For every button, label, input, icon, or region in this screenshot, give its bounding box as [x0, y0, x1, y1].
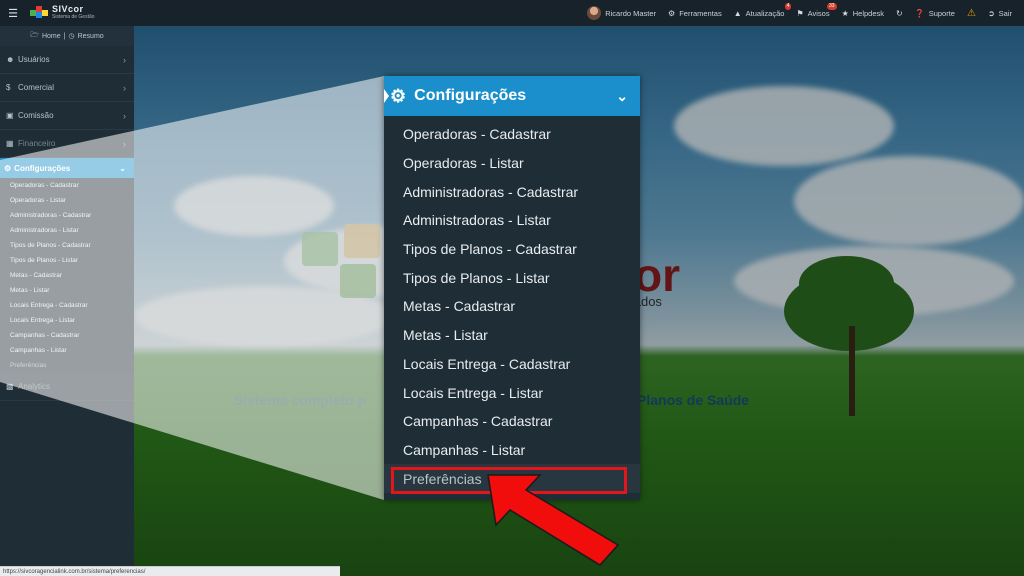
zoom-menu-list: Operadoras - Cadastrar Operadoras - List… [384, 116, 640, 493]
zoom-menu-item[interactable]: Tipos de Planos - Cadastrar [384, 235, 640, 264]
zoom-menu-item[interactable]: Administradoras - Cadastrar [384, 177, 640, 206]
notices-button[interactable]: ⚑ Avisos 33 [796, 2, 837, 18]
tools-label: Ferramentas [679, 8, 722, 18]
submenu-item[interactable]: Locais Entrega - Cadastrar [0, 298, 134, 313]
submenu-item-preferencias[interactable]: Preferências [0, 358, 134, 373]
zoom-menu-item[interactable]: Campanhas - Cadastrar [384, 407, 640, 436]
refresh-icon: ↻ [896, 8, 903, 18]
warning-icon: ▲ [733, 8, 742, 18]
logout-button[interactable]: ➲ Sair [988, 9, 1012, 18]
alert-button[interactable]: ⚠ [967, 8, 976, 19]
sidebar-home[interactable]: 🗁 Home | ◷ Resumo [0, 26, 134, 46]
notices-badge: 33 [827, 2, 837, 10]
zoom-menu-item[interactable]: Locais Entrega - Listar [384, 378, 640, 407]
notices-label: Avisos [807, 8, 830, 18]
configuracoes-submenu: Operadoras - Cadastrar Operadoras - List… [0, 178, 134, 373]
zoom-menu-item[interactable]: Locais Entrega - Cadastrar [384, 350, 640, 379]
submenu-item[interactable]: Metas - Listar [0, 283, 134, 298]
helpdesk-label: Helpdesk [852, 8, 885, 18]
sidebar-item-configuracoes[interactable]: ⚙ Configurações ⌄ [0, 158, 134, 178]
gears-icon: ⚙ [390, 85, 407, 106]
zoom-menu-item[interactable]: Tipos de Planos - Listar [384, 263, 640, 292]
zoomed-menu-panel: ⚙ Configurações ⌄ Operadoras - Cadastrar… [384, 76, 640, 500]
submenu-item[interactable]: Campanhas - Listar [0, 343, 134, 358]
logo-mark-icon [30, 6, 48, 20]
bell-icon: ⚑ [796, 8, 804, 18]
refresh-button[interactable]: ↻ [896, 9, 903, 18]
submenu-item[interactable]: Operadoras - Cadastrar [0, 178, 134, 193]
pointer-arrow-shape [487, 474, 620, 566]
folder-icon: 🗁 [30, 31, 39, 39]
sidebar-item-label: Analytics [18, 382, 51, 391]
top-bar: ☰ SIVcor Sistema de Gestão Ricardo Maste… [0, 0, 1024, 26]
update-badge: 4 [784, 2, 792, 10]
zoom-configuracoes-header[interactable]: ⚙ Configurações ⌄ [384, 76, 640, 116]
submenu-item[interactable]: Administradoras - Listar [0, 223, 134, 238]
money-icon: ▣ [6, 111, 14, 120]
caret-right-icon [384, 89, 389, 103]
alert-icon: ⚠ [966, 7, 976, 19]
chevron-right-icon: › [123, 138, 126, 149]
chevron-down-icon: ⌄ [119, 163, 126, 173]
chevron-right-icon: › [123, 54, 126, 65]
sidebar: 🗁 Home | ◷ Resumo ☻ Usuários › $ Comerci… [0, 26, 134, 576]
zoom-menu-item[interactable]: Campanhas - Listar [384, 436, 640, 465]
update-button[interactable]: ▲ Atualização 4 [733, 2, 792, 18]
home-link[interactable]: Home [42, 33, 61, 40]
sidebar-item-label: Usuários [18, 55, 50, 64]
briefcase-icon: ▦ [6, 139, 14, 148]
submenu-item[interactable]: Tipos de Planos - Listar [0, 253, 134, 268]
zoom-menu-item[interactable]: Administradoras - Listar [384, 206, 640, 235]
user-name: Ricardo Master [605, 8, 657, 18]
pointer-arrow-icon [487, 474, 620, 566]
logout-label: Sair [998, 8, 1012, 18]
zoom-menu-item[interactable]: Metas - Cadastrar [384, 292, 640, 321]
dollar-icon: $ [6, 83, 11, 92]
question-icon: ❓ [914, 8, 925, 18]
submenu-item[interactable]: Tipos de Planos - Cadastrar [0, 238, 134, 253]
submenu-item[interactable]: Administradoras - Cadastrar [0, 208, 134, 223]
helpdesk-icon: ★ [841, 8, 849, 18]
sidebar-item-label: Comercial [18, 83, 55, 92]
menu-toggle-icon[interactable]: ☰ [0, 0, 26, 26]
chevron-down-icon: ⌄ [616, 87, 628, 104]
zoom-header-title: Configurações [414, 87, 527, 104]
zoom-menu-item[interactable]: Operadoras - Listar [384, 149, 640, 178]
users-icon: ☻ [6, 55, 15, 64]
submenu-item[interactable]: Operadoras - Listar [0, 193, 134, 208]
submenu-item[interactable]: Campanhas - Cadastrar [0, 328, 134, 343]
app-logo[interactable]: SIVcor Sistema de Gestão [30, 5, 95, 21]
update-label: Atualização [745, 8, 785, 18]
app-name: SIVcor [52, 4, 84, 14]
app-subtitle: Sistema de Gestão [52, 14, 95, 20]
zoom-menu-item[interactable]: Metas - Listar [384, 321, 640, 350]
tools-button[interactable]: ⚙ Ferramentas [668, 9, 722, 18]
status-bar-url: https://sivcoragencialink.com.br/sistema… [0, 566, 340, 576]
support-button[interactable]: ❓ Suporte [915, 9, 955, 18]
wrench-icon: ⚙ [668, 8, 676, 18]
logout-icon: ➲ [987, 8, 995, 18]
sidebar-item-analytics[interactable]: ▩ Analytics [0, 373, 134, 401]
sidebar-item-comissao[interactable]: ▣ Comissão › [0, 102, 134, 130]
user-menu[interactable]: Ricardo Master [587, 6, 656, 20]
resumo-link[interactable]: Resumo [78, 33, 104, 40]
zoom-menu-item[interactable]: Operadoras - Cadastrar [384, 120, 640, 149]
chevron-right-icon: › [123, 110, 126, 121]
clock-icon: ◷ [68, 33, 75, 40]
support-label: Suporte [928, 8, 955, 18]
chevron-right-icon: › [123, 82, 126, 93]
sidebar-item-label: Configurações [14, 163, 71, 173]
helpdesk-button[interactable]: ★ Helpdesk [842, 9, 884, 18]
sidebar-item-label: Comissão [18, 111, 54, 120]
chart-icon: ▩ [6, 382, 14, 391]
submenu-item[interactable]: Metas - Cadastrar [0, 268, 134, 283]
sidebar-item-comercial[interactable]: $ Comercial › [0, 74, 134, 102]
sidebar-item-label: Financeiro [18, 139, 56, 148]
gears-icon: ⚙ [4, 163, 12, 173]
sidebar-item-financeiro[interactable]: ▦ Financeiro › [0, 130, 134, 158]
avatar [587, 6, 602, 20]
sidebar-item-usuarios[interactable]: ☻ Usuários › [0, 46, 134, 74]
submenu-item[interactable]: Locais Entrega - Listar [0, 313, 134, 328]
